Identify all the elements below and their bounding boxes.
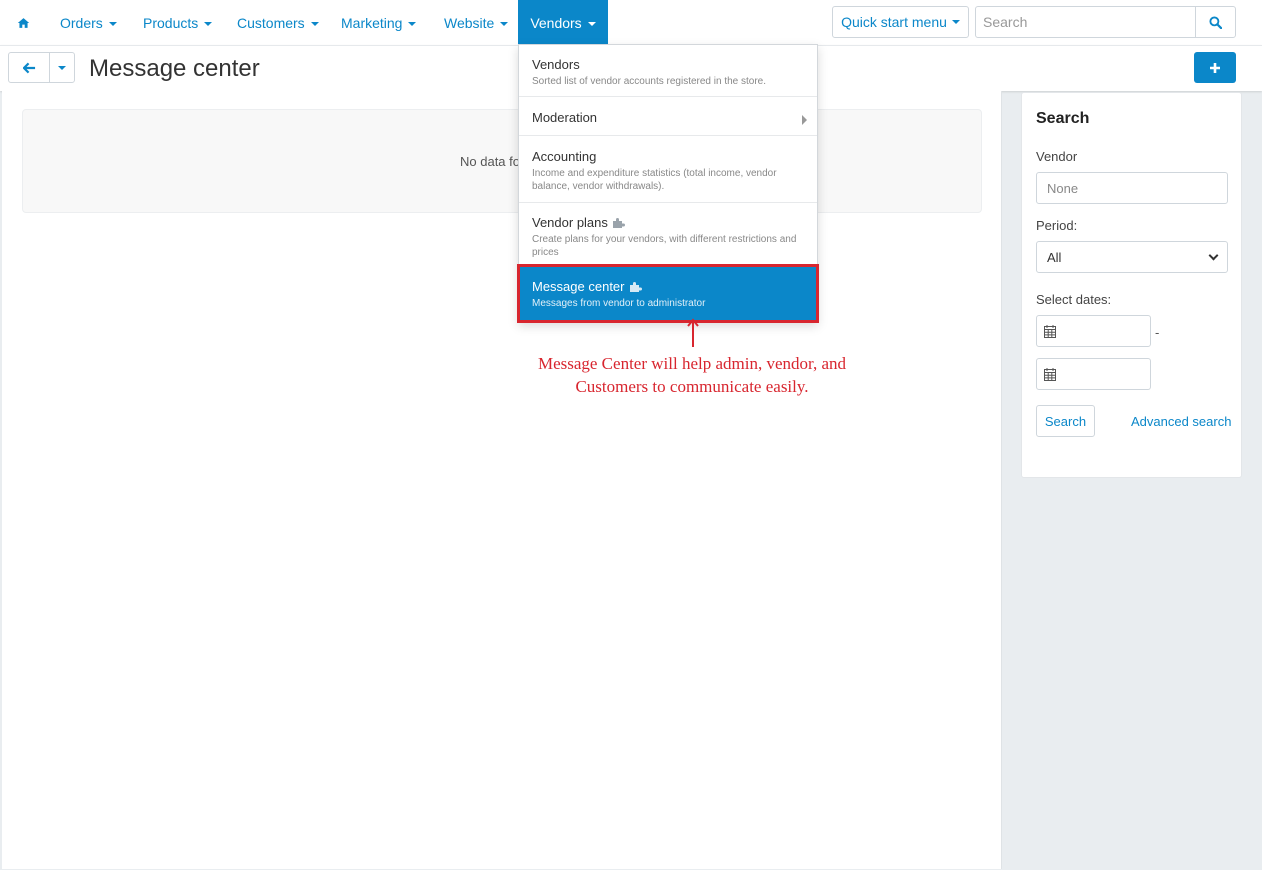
caret-down-icon <box>204 21 213 26</box>
menu-item-title: Moderation <box>532 110 598 125</box>
caret-down-icon <box>310 21 319 26</box>
nav-orders[interactable]: Orders <box>48 0 129 45</box>
menu-item-title-row: Message center <box>532 279 804 294</box>
quick-start-label: Quick start menu <box>841 14 947 30</box>
menu-item-title: Vendors <box>532 57 580 72</box>
period-label: Period: <box>1036 218 1078 233</box>
menu-item-desc: Messages from vendor to administrator <box>532 298 706 309</box>
vendors-dropdown-menu: Vendors Sorted list of vendor accounts r… <box>517 44 819 323</box>
quick-start-menu-button[interactable]: Quick start menu <box>832 6 969 38</box>
caret-down-icon <box>587 21 596 26</box>
add-button[interactable] <box>1194 52 1236 83</box>
calendar-icon <box>1044 324 1056 338</box>
arrow-left-icon <box>22 62 35 73</box>
calendar-icon <box>1044 367 1056 381</box>
annotation-line-2: Customers to communicate easily. <box>575 377 809 396</box>
plus-icon <box>1210 62 1220 73</box>
empty-state: No data fo <box>22 109 982 213</box>
addon-puzzle-icon <box>629 282 642 293</box>
page-title: Message center <box>89 55 260 82</box>
period-value: All <box>1047 249 1062 265</box>
menu-item-vendors[interactable]: Vendors Sorted list of vendor accounts r… <box>519 45 817 97</box>
period-select[interactable]: All <box>1036 241 1228 273</box>
caret-down-icon <box>58 65 66 70</box>
menu-item-desc: Income and expenditure statistics (total… <box>532 168 777 192</box>
date-to-field[interactable] <box>1036 358 1151 390</box>
empty-state-text: No data fo <box>460 154 520 169</box>
nav-vendors-label: Vendors <box>530 14 582 31</box>
menu-item-message-center[interactable]: Message center Messages from vendor to a… <box>517 264 819 323</box>
sidebar-search-button[interactable]: Search <box>1036 405 1095 437</box>
main-content: No data fo <box>2 91 1002 869</box>
caret-right-icon <box>802 115 807 125</box>
nav-home[interactable] <box>5 0 42 45</box>
caret-down-icon <box>408 21 417 26</box>
search-sidebar: Search Vendor Period: All Select dates: … <box>1021 92 1242 478</box>
home-icon <box>17 17 30 28</box>
menu-item-desc: Sorted list of vendor accounts registere… <box>532 76 767 87</box>
back-button[interactable] <box>8 52 50 83</box>
caret-down-icon <box>108 21 117 26</box>
menu-item-title: Message center <box>532 279 625 294</box>
caret-down-icon <box>500 21 509 26</box>
nav-orders-label: Orders <box>60 14 103 31</box>
nav-products-label: Products <box>143 14 199 31</box>
nav-customers[interactable]: Customers <box>225 0 331 45</box>
annotation-text: Message Center will help admin, vendor, … <box>500 352 884 398</box>
date-from-field[interactable] <box>1036 315 1151 347</box>
menu-item-title: Vendor plans <box>532 215 608 230</box>
nav-vendors[interactable]: Vendors <box>518 0 608 45</box>
menu-item-title-row: Vendor plans <box>532 215 804 230</box>
sidebar-title: Search <box>1036 110 1090 127</box>
vendor-input[interactable] <box>1036 172 1228 204</box>
caret-down-icon <box>951 20 960 24</box>
dates-label: Select dates: <box>1036 292 1112 307</box>
back-dropdown-toggle[interactable] <box>49 52 75 83</box>
top-search <box>975 6 1236 38</box>
addon-puzzle-icon <box>612 218 625 229</box>
menu-item-accounting[interactable]: Accounting Income and expenditure statis… <box>519 136 817 203</box>
advanced-search-link[interactable]: Advanced search <box>1131 414 1231 429</box>
chevron-down-icon <box>1208 250 1219 260</box>
nav-products[interactable]: Products <box>131 0 224 45</box>
nav-website-label: Website <box>444 14 495 31</box>
search-icon <box>1209 15 1222 29</box>
nav-customers-label: Customers <box>237 14 305 31</box>
nav-marketing-label: Marketing <box>341 14 403 31</box>
top-navigation: Orders Products Customers Marketing Webs… <box>0 0 1262 45</box>
annotation-line-1: Message Center will help admin, vendor, … <box>537 354 847 373</box>
nav-website[interactable]: Website <box>432 0 520 45</box>
menu-item-vendor-plans[interactable]: Vendor plans Create plans for your vendo… <box>519 203 817 266</box>
date-separator: - <box>1155 325 1160 340</box>
search-button[interactable] <box>1195 7 1235 37</box>
search-input[interactable] <box>976 7 1195 37</box>
annotation-arrow-up-icon <box>687 318 699 347</box>
vendor-label: Vendor <box>1036 149 1078 164</box>
menu-item-title: Accounting <box>532 149 597 164</box>
menu-item-moderation[interactable]: Moderation <box>519 97 817 136</box>
nav-marketing[interactable]: Marketing <box>329 0 428 45</box>
menu-item-desc: Create plans for your vendors, with diff… <box>532 234 797 258</box>
